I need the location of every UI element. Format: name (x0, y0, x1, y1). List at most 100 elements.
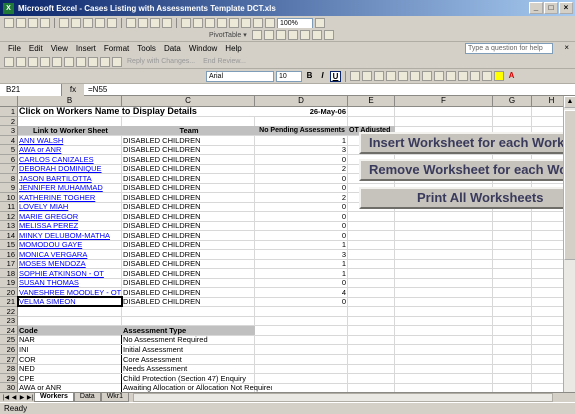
pivot-wizard-icon[interactable] (275, 29, 286, 40)
worker-link[interactable]: MELISSA PEREZ (18, 221, 122, 230)
worker-link[interactable]: JASON BARTILOTTA (18, 174, 122, 183)
underline-button[interactable]: U (330, 70, 341, 82)
reply-with-changes-button[interactable]: Reply with Changes... (124, 58, 198, 65)
help-search-input[interactable]: Type a question for help (465, 43, 553, 54)
worker-link[interactable]: MONICA VERGARA (18, 250, 122, 259)
worksheet-grid[interactable]: B C D E F G H 1 2 3 4 5 6 7 8 9 10 11 12 13 14 15 16 17 18 19 20 21… (0, 96, 563, 392)
row-header-30[interactable]: 30 (0, 383, 18, 392)
email-icon[interactable] (59, 18, 69, 28)
worker-link[interactable]: LOVELY MIAH (18, 202, 122, 211)
print-all-worksheets-button[interactable]: Print All Worksheets (359, 187, 563, 209)
row-header-16[interactable]: 16 (0, 249, 18, 260)
merge-center-icon[interactable] (386, 71, 396, 81)
row-header-26[interactable]: 26 (0, 345, 18, 355)
spelling-icon[interactable] (95, 18, 105, 28)
review-icon-5[interactable] (52, 56, 62, 67)
undo-icon[interactable] (181, 18, 191, 28)
row-header-27[interactable]: 27 (0, 354, 18, 365)
menu-format[interactable]: Format (100, 44, 133, 53)
close-button[interactable]: × (559, 2, 573, 14)
autosum-icon[interactable] (217, 18, 227, 28)
pivottable-menu[interactable]: PivotTable ▾ (206, 31, 250, 39)
row-header-4[interactable]: 4 (0, 135, 18, 146)
sort-ascending-icon[interactable] (229, 18, 239, 28)
review-icon-1[interactable] (4, 56, 14, 67)
chart-wizard-icon[interactable] (253, 18, 263, 28)
row-header-12[interactable]: 12 (0, 211, 18, 222)
research-icon[interactable] (107, 18, 117, 28)
redo-icon[interactable] (193, 18, 203, 28)
first-sheet-icon[interactable]: |◀ (2, 394, 10, 401)
refresh-icon[interactable] (287, 29, 298, 40)
menu-data[interactable]: Data (160, 44, 185, 53)
zoom-select[interactable]: 100% (277, 17, 313, 29)
print-icon[interactable] (71, 18, 81, 28)
menu-view[interactable]: View (47, 44, 72, 53)
percent-icon[interactable] (410, 71, 420, 81)
row-header-2[interactable]: 2 (0, 116, 18, 127)
maximize-button[interactable]: □ (544, 2, 558, 14)
paste-icon[interactable] (150, 18, 160, 28)
row-header-1[interactable]: 1 (0, 107, 18, 117)
save-icon[interactable] (28, 18, 38, 28)
review-icon-2[interactable] (16, 56, 26, 67)
row-header-11[interactable]: 11 (0, 202, 18, 212)
cut-icon[interactable] (126, 18, 136, 28)
formula-input[interactable]: =N55 (84, 85, 107, 94)
worker-link[interactable]: SOPHIE ATKINSON - OT (18, 269, 122, 278)
row-header-25[interactable]: 25 (0, 335, 18, 345)
worker-link[interactable]: MOMODOU GAYE (18, 240, 122, 249)
align-right-icon[interactable] (374, 71, 384, 81)
column-header-b[interactable]: B (18, 96, 122, 107)
format-painter-icon[interactable] (162, 18, 172, 28)
review-icon-9[interactable] (100, 56, 110, 67)
worker-link[interactable]: JENNIFER MUHAMMAD (18, 183, 122, 192)
font-select[interactable]: Arial (206, 70, 274, 82)
worker-link[interactable]: KATHERINE TOGHER (18, 193, 122, 202)
worker-link[interactable]: AWA or ANR (18, 145, 122, 154)
permission-icon[interactable] (40, 18, 50, 28)
close-workbook-icon[interactable]: × (564, 43, 569, 52)
worker-link[interactable]: MOSES MENDOZA (18, 259, 122, 268)
last-sheet-icon[interactable]: ▶| (26, 394, 34, 401)
row-header-14[interactable]: 14 (0, 230, 18, 241)
insert-worksheets-button[interactable]: Insert Worksheet for each Worker (359, 132, 563, 154)
row-header-8[interactable]: 8 (0, 173, 18, 184)
row-header-20[interactable]: 20 (0, 287, 18, 298)
menu-insert[interactable]: Insert (72, 44, 100, 53)
row-header-7[interactable]: 7 (0, 164, 18, 174)
row-header-6[interactable]: 6 (0, 154, 18, 165)
scroll-up-icon[interactable]: ▲ (564, 96, 575, 108)
next-sheet-icon[interactable]: ▶ (18, 394, 26, 401)
end-review-button[interactable]: End Review... (200, 58, 249, 65)
column-header-g[interactable]: G (493, 96, 532, 107)
column-header-h[interactable]: H (532, 96, 563, 107)
row-header-19[interactable]: 19 (0, 278, 18, 288)
new-icon[interactable] (4, 18, 14, 28)
sort-descending-icon[interactable] (241, 18, 251, 28)
copy-icon[interactable] (138, 18, 148, 28)
show-detail-icon[interactable] (311, 29, 322, 40)
column-header-f[interactable]: F (395, 96, 493, 107)
menu-file[interactable]: File (4, 44, 25, 53)
pivot-chart-icon[interactable] (263, 29, 274, 40)
worker-link[interactable]: VELMA SIMEON (17, 296, 123, 308)
currency-icon[interactable] (398, 71, 408, 81)
row-header-9[interactable]: 9 (0, 183, 18, 193)
menu-edit[interactable]: Edit (25, 44, 47, 53)
remove-worksheets-button[interactable]: Remove Worksheet for each Worker (359, 159, 563, 181)
review-icon-3[interactable] (28, 56, 38, 67)
worker-link[interactable]: CARLOS CANIZALES (18, 155, 122, 164)
name-box[interactable]: B21 (0, 83, 62, 96)
open-icon[interactable] (16, 18, 26, 28)
row-header-23[interactable]: 23 (0, 316, 18, 326)
worker-link[interactable]: SUSAN THOMAS (18, 278, 122, 287)
row-header-15[interactable]: 15 (0, 240, 18, 250)
column-header-e[interactable]: E (348, 96, 395, 107)
review-icon-10[interactable] (112, 56, 122, 67)
decrease-decimal-icon[interactable] (446, 71, 456, 81)
font-size-select[interactable]: 10 (276, 70, 302, 82)
column-header-c[interactable]: C (122, 96, 255, 107)
menu-tools[interactable]: Tools (133, 44, 160, 53)
review-icon-6[interactable] (64, 56, 74, 67)
